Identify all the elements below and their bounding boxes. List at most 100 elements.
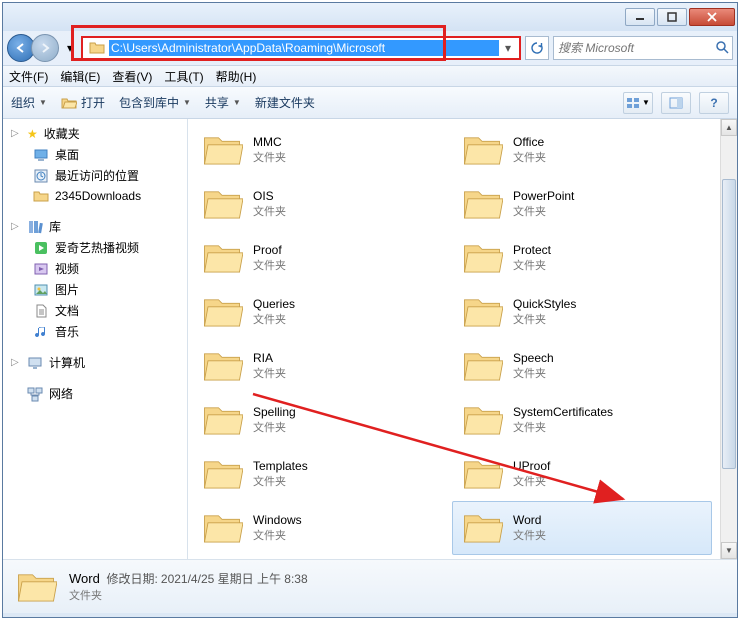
folder-icon [461, 237, 503, 279]
menu-tools[interactable]: 工具(T) [164, 68, 203, 85]
address-dropdown[interactable]: ▾ [499, 38, 517, 58]
network-icon [27, 386, 43, 402]
search-input[interactable] [558, 41, 715, 55]
folder-item[interactable]: PowerPoint文件夹 [452, 177, 712, 231]
menu-bar: 文件(F) 编辑(E) 查看(V) 工具(T) 帮助(H) [3, 65, 737, 87]
sidebar-favorites[interactable]: ▷★收藏夹 [3, 123, 187, 144]
toolbar: 组织▼ 打开 包含到库中▼ 共享▼ 新建文件夹 ▼ ? [3, 87, 737, 119]
folder-icon [201, 507, 243, 549]
folder-icon [461, 291, 503, 333]
open-folder-icon [61, 95, 77, 111]
forward-button[interactable] [31, 34, 59, 62]
include-library-button[interactable]: 包含到库中▼ [119, 94, 191, 111]
sidebar-item[interactable]: 图片 [3, 279, 187, 300]
sidebar-libraries[interactable]: ▷库 [3, 216, 187, 237]
content-pane[interactable]: MMC文件夹OIS文件夹Proof文件夹Queries文件夹RIA文件夹Spel… [188, 119, 737, 559]
folder-item[interactable]: Windows文件夹 [192, 501, 452, 555]
folder-item[interactable]: Word文件夹 [452, 501, 712, 555]
menu-file[interactable]: 文件(F) [9, 68, 48, 85]
explorer-window: ▾ ▾ 文件(F) 编辑(E) 查看(V) 工具(T) 帮助(H) 组织▼ 打开… [2, 2, 738, 618]
folder-icon [201, 453, 243, 495]
folder-item[interactable]: OIS文件夹 [192, 177, 452, 231]
library-icon [27, 219, 43, 235]
sidebar-item[interactable]: 文档 [3, 300, 187, 321]
help-button[interactable]: ? [699, 92, 729, 114]
sidebar-item[interactable]: 视频 [3, 258, 187, 279]
folder-item[interactable]: Office文件夹 [452, 123, 712, 177]
document-icon [33, 303, 49, 319]
folder-icon [201, 183, 243, 225]
nav-bar: ▾ ▾ [3, 31, 737, 65]
refresh-button[interactable] [525, 36, 549, 60]
sidebar: ▷★收藏夹 桌面最近访问的位置2345Downloads ▷库 爱奇艺热播视频视… [3, 119, 188, 559]
desktop-icon [33, 147, 49, 163]
folder-item[interactable]: Protect文件夹 [452, 231, 712, 285]
folder-icon [33, 188, 49, 204]
sidebar-computer[interactable]: ▷计算机 [3, 352, 187, 373]
folder-icon [461, 129, 503, 171]
sidebar-network[interactable]: 网络 [3, 383, 187, 404]
folder-icon [201, 129, 243, 171]
search-icon[interactable] [715, 40, 729, 57]
folder-icon [461, 399, 503, 441]
menu-view[interactable]: 查看(V) [112, 68, 152, 85]
scroll-down[interactable]: ▼ [721, 542, 737, 559]
details-modified: 2021/4/25 星期日 上午 8:38 [161, 572, 308, 586]
nav-history-dropdown[interactable]: ▾ [63, 38, 77, 58]
sidebar-item[interactable]: 爱奇艺热播视频 [3, 237, 187, 258]
organize-button[interactable]: 组织▼ [11, 94, 47, 111]
folder-item[interactable]: Speech文件夹 [452, 339, 712, 393]
iqiyi-icon [33, 240, 49, 256]
folder-item[interactable]: Proof文件夹 [192, 231, 452, 285]
details-pane: Word 修改日期: 2021/4/25 星期日 上午 8:38 文件夹 [3, 559, 737, 613]
recent-icon [33, 168, 49, 184]
title-bar [3, 3, 737, 31]
open-button[interactable]: 打开 [61, 94, 105, 111]
preview-pane-button[interactable] [661, 92, 691, 114]
maximize-button[interactable] [657, 8, 687, 26]
folder-item[interactable]: Templates文件夹 [192, 447, 452, 501]
folder-icon [201, 399, 243, 441]
view-options-button[interactable]: ▼ [623, 92, 653, 114]
folder-item[interactable]: UProof文件夹 [452, 447, 712, 501]
folder-icon [89, 40, 105, 56]
folder-icon [201, 237, 243, 279]
folder-icon [461, 453, 503, 495]
scrollbar[interactable]: ▲ ▼ [720, 119, 737, 559]
folder-item[interactable]: Spelling文件夹 [192, 393, 452, 447]
folder-item[interactable]: MMC文件夹 [192, 123, 452, 177]
minimize-button[interactable] [625, 8, 655, 26]
folder-item[interactable]: Queries文件夹 [192, 285, 452, 339]
video-icon [33, 261, 49, 277]
folder-icon [461, 345, 503, 387]
close-button[interactable] [689, 8, 735, 26]
star-icon: ★ [27, 127, 38, 141]
nav-buttons [7, 34, 59, 62]
new-folder-button[interactable]: 新建文件夹 [255, 94, 315, 111]
folder-icon [461, 507, 503, 549]
folder-item[interactable]: SystemCertificates文件夹 [452, 393, 712, 447]
menu-help[interactable]: 帮助(H) [216, 68, 257, 85]
folder-item[interactable]: QuickStyles文件夹 [452, 285, 712, 339]
address-bar[interactable]: ▾ [81, 36, 521, 60]
scroll-thumb[interactable] [722, 179, 736, 469]
folder-icon [15, 566, 57, 608]
computer-icon [27, 355, 43, 371]
folder-icon [201, 345, 243, 387]
sidebar-item[interactable]: 桌面 [3, 144, 187, 165]
music-icon [33, 324, 49, 340]
folder-icon [461, 183, 503, 225]
menu-edit[interactable]: 编辑(E) [60, 68, 100, 85]
details-name: Word [69, 571, 100, 586]
folder-item[interactable]: RIA文件夹 [192, 339, 452, 393]
body: ▷★收藏夹 桌面最近访问的位置2345Downloads ▷库 爱奇艺热播视频视… [3, 119, 737, 559]
picture-icon [33, 282, 49, 298]
share-button[interactable]: 共享▼ [205, 94, 241, 111]
scroll-up[interactable]: ▲ [721, 119, 737, 136]
details-type: 文件夹 [69, 587, 308, 603]
sidebar-item[interactable]: 最近访问的位置 [3, 165, 187, 186]
sidebar-item[interactable]: 音乐 [3, 321, 187, 342]
search-box[interactable] [553, 36, 733, 60]
address-input[interactable] [109, 40, 499, 56]
sidebar-item[interactable]: 2345Downloads [3, 186, 187, 206]
